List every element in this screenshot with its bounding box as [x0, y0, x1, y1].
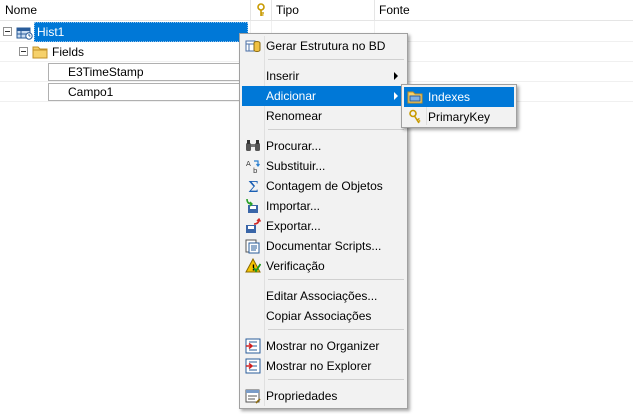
properties-icon [245, 389, 261, 404]
menu-item-label: Adicionar [266, 89, 317, 103]
menu-item-label: Propriedades [266, 389, 338, 403]
menu-item-mostrar-organizer[interactable]: Mostrar no Organizer [242, 336, 405, 356]
menu-item-copiar-associacoes[interactable]: Copiar Associações [242, 306, 405, 326]
menu-item-propriedades[interactable]: Propriedades [242, 386, 405, 406]
historic-table-icon [16, 27, 33, 40]
menu-item-substituir[interactable]: A b Substituir... [242, 156, 405, 176]
menu-item-verificacao[interactable]: ! Verificação [242, 256, 405, 276]
show-in-organizer-icon [245, 338, 261, 354]
folder-index-icon [407, 91, 423, 104]
svg-text:A: A [246, 160, 251, 168]
menu-item-renomear[interactable]: Renomear [242, 106, 405, 126]
menu-item-label: Mostrar no Organizer [266, 339, 380, 353]
export-icon [246, 218, 261, 233]
collapse-toggle[interactable] [19, 47, 28, 56]
collapse-toggle[interactable] [3, 27, 12, 36]
column-header: Nome Tipo Fonte [0, 0, 633, 21]
menu-separator [268, 379, 404, 380]
submenu-item-indexes[interactable]: Indexes [404, 87, 514, 107]
tree-node-label[interactable]: Campo1 [66, 82, 115, 102]
tree-node-label[interactable]: Hist1 [34, 22, 248, 42]
menu-separator [268, 129, 404, 130]
svg-text:Σ: Σ [248, 178, 259, 194]
submenu-item-primarykey[interactable]: PrimaryKey [404, 107, 514, 127]
svg-text:b: b [253, 167, 258, 174]
menu-item-label: Inserir [266, 69, 300, 83]
menu-item-label: Documentar Scripts... [266, 239, 382, 253]
menu-item-label: PrimaryKey [428, 110, 491, 124]
menu-separator [268, 329, 404, 330]
tree-row-field[interactable]: E3TimeStamp [0, 62, 250, 82]
menu-item-label: Mostrar no Explorer [266, 359, 372, 373]
tree-row-fields[interactable]: Fields [0, 42, 250, 62]
database-structure-icon [245, 40, 261, 52]
submenu-arrow-icon [394, 72, 398, 80]
folder-icon [32, 46, 48, 59]
tree-row-hist1[interactable]: Hist1 [0, 22, 250, 42]
warning-check-icon: ! [245, 258, 261, 273]
column-header-nome[interactable]: Nome [0, 0, 250, 21]
tree-node-label[interactable]: E3TimeStamp [66, 62, 146, 82]
menu-item-mostrar-explorer[interactable]: Mostrar no Explorer [242, 356, 405, 376]
menu-item-label: Contagem de Objetos [266, 179, 383, 193]
menu-item-adicionar[interactable]: Adicionar [242, 86, 405, 106]
menu-separator [268, 279, 404, 280]
menu-item-label: Verificação [266, 259, 325, 273]
menu-item-label: Importar... [266, 199, 321, 213]
menu-item-gerar-estrutura[interactable]: Gerar Estrutura no BD [242, 36, 405, 56]
tree-row-field[interactable]: Campo1 [0, 82, 250, 102]
import-icon [246, 198, 258, 213]
column-header-tipo[interactable]: Tipo [271, 0, 374, 21]
menu-item-contagem[interactable]: Σ Contagem de Objetos [242, 176, 405, 196]
column-header-fonte[interactable]: Fonte [374, 0, 633, 21]
menu-item-label: Renomear [266, 109, 323, 123]
submenu-adicionar: Indexes PrimaryKey [401, 84, 517, 128]
menu-item-exportar[interactable]: Exportar... [242, 216, 405, 236]
menu-item-label: Copiar Associações [266, 309, 372, 323]
context-menu: Gerar Estrutura no BD Inserir Adicionar … [239, 33, 408, 409]
key-icon [409, 109, 421, 124]
sigma-icon: Σ [248, 178, 259, 194]
replace-icon: A b [246, 160, 260, 174]
menu-item-procurar[interactable]: Procurar... [242, 136, 405, 156]
menu-item-editar-associacoes[interactable]: Editar Associações... [242, 286, 405, 306]
menu-item-label: Indexes [428, 90, 471, 104]
tree-node-label[interactable]: Fields [50, 42, 86, 62]
document-scripts-icon [245, 239, 260, 254]
menu-item-label: Gerar Estrutura no BD [266, 39, 386, 53]
column-header-key[interactable] [251, 0, 271, 21]
binoculars-icon [246, 140, 260, 151]
submenu-arrow-icon [394, 92, 398, 100]
menu-item-importar[interactable]: Importar... [242, 196, 405, 216]
key-icon [257, 3, 265, 16]
menu-item-label: Procurar... [266, 139, 322, 153]
menu-item-documentar[interactable]: Documentar Scripts... [242, 236, 405, 256]
menu-item-label: Substituir... [266, 159, 326, 173]
menu-separator [268, 59, 404, 60]
menu-item-label: Editar Associações... [266, 289, 378, 303]
menu-item-inserir[interactable]: Inserir [242, 66, 405, 86]
menu-item-label: Exportar... [266, 219, 321, 233]
show-in-explorer-icon [245, 358, 261, 374]
